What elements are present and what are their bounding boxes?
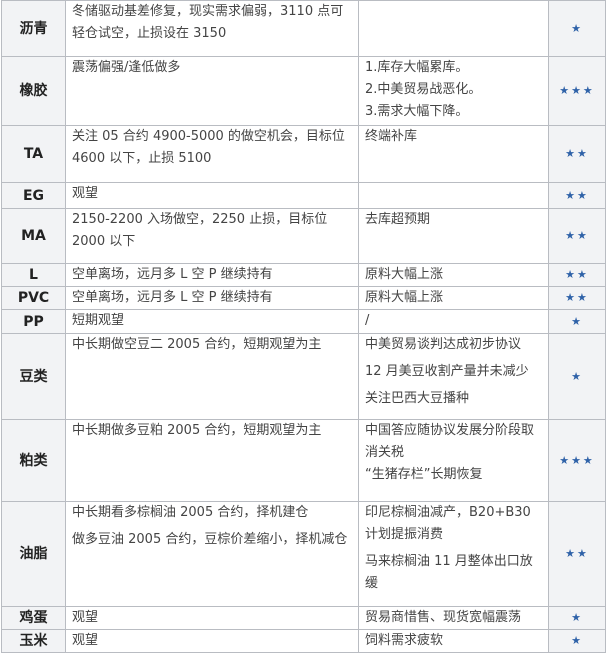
commodity-name: 粕类 <box>1 419 66 502</box>
reason-text: 去库超预期 <box>365 212 431 227</box>
star-rating: ★★ <box>548 182 606 209</box>
strategy-text: 中长期做多豆粕 2005 合约，短期观望为主 <box>72 423 322 438</box>
strategy-cell: 观望 <box>65 182 359 209</box>
commodity-name: EG <box>1 182 66 209</box>
table-row: 油脂 中长期看多棕榈油 2005 合约，择机建仓做多豆油 2005 合约，豆棕价差… <box>1 501 606 607</box>
strategy-text: 观望 <box>72 186 99 201</box>
strategy-cell: 关注 05 合约 4900-5000 的做空机会，目标位 4600 以下，止损 … <box>65 125 359 183</box>
strategy-text: 空单离场，远月多 L 空 P 继续持有 <box>72 267 273 282</box>
commodity-name: MA <box>1 208 66 264</box>
reason-cell: 中美贸易谈判达成初步协议 12 月美豆收割产量并未减少 关注巴西大豆播种 <box>358 333 549 420</box>
commodity-name: PP <box>1 309 66 334</box>
table-row: 豆类 中长期做空豆二 2005 合约，短期观望为主 中美贸易谈判达成初步协议 12 月… <box>1 333 606 420</box>
reason-text: / <box>365 313 370 328</box>
reason-cell: 饲料需求疲软 <box>358 629 549 653</box>
strategy-cell: 中长期看多棕榈油 2005 合约，择机建仓做多豆油 2005 合约，豆棕价差缩小… <box>65 501 359 607</box>
reason-cell: 中国答应随协议发展分阶段取消关税 “生猪存栏”长期恢复 <box>358 419 549 502</box>
strategy-cell: 中长期做多豆粕 2005 合约，短期观望为主 <box>65 419 359 502</box>
strategy-cell: 震荡偏强/逢低做多 <box>65 56 359 126</box>
star-rating: ★★ <box>548 501 606 607</box>
reason-text: “生猪存栏”长期恢复 <box>365 467 483 482</box>
table-row: 玉米 观望 饲料需求疲软 ★ <box>1 629 606 653</box>
star-rating: ★★★ <box>548 419 606 502</box>
table-row: EG 观望 ★★ <box>1 182 606 209</box>
reason-text: 关注巴西大豆播种 <box>365 391 470 406</box>
commodity-name: TA <box>1 125 66 183</box>
star-rating: ★★ <box>548 208 606 264</box>
strategy-cell: 中长期做空豆二 2005 合约，短期观望为主 <box>65 333 359 420</box>
commodity-name: PVC <box>1 286 66 310</box>
star-rating: ★★ <box>548 125 606 183</box>
strategy-cell: 空单离场，远月多 L 空 P 继续持有 <box>65 286 359 310</box>
strategy-cell: 观望 <box>65 629 359 653</box>
reason-cell: 去库超预期 <box>358 208 549 264</box>
strategy-text: 做多豆油 2005 合约，豆棕价差缩小，择机减仓 <box>72 532 348 547</box>
star-rating: ★★ <box>548 286 606 310</box>
strategy-cell: 空单离场，远月多 L 空 P 继续持有 <box>65 263 359 287</box>
star-rating: ★★ <box>548 263 606 287</box>
star-rating: ★ <box>548 333 606 420</box>
strategy-text: 冬储驱动基差修复，现实需求偏弱，3110 点可轻仓试空，止损设在 3150 <box>72 4 344 41</box>
table-row: 橡胶 震荡偏强/逢低做多 1.库存大幅累库。 2.中美贸易战恶化。 3.需求大幅下降。 ★… <box>1 56 606 126</box>
strategy-cell: 冬储驱动基差修复，现实需求偏弱，3110 点可轻仓试空，止损设在 3150 <box>65 0 359 57</box>
commodity-name: 沥青 <box>1 0 66 57</box>
table-row: 鸡蛋 观望 贸易商惜售、现货宽幅震荡 ★ <box>1 606 606 630</box>
strategy-text: 关注 05 合约 4900-5000 的做空机会，目标位 4600 以下，止损 … <box>72 129 345 166</box>
table-row: MA 2150-2200 入场做空，2250 止损，目标位 2000 以下 去库超预… <box>1 208 606 264</box>
star-rating: ★★★ <box>548 56 606 126</box>
table-row: 粕类 中长期做多豆粕 2005 合约，短期观望为主 中国答应随协议发展分阶段取消关税… <box>1 419 606 502</box>
commodity-name: 玉米 <box>1 629 66 653</box>
commodity-strategy-table: 沥青 冬储驱动基差修复，现实需求偏弱，3110 点可轻仓试空，止损设在 3150 ★… <box>1 0 606 653</box>
reason-cell: / <box>358 309 549 334</box>
commodity-name: 鸡蛋 <box>1 606 66 630</box>
reason-cell: 印尼棕榈油减产，B20+B30 计划提振消费 马来棕榈油 11 月整体出口放缓 <box>358 501 549 607</box>
table-row: PP 短期观望 / ★ <box>1 309 606 334</box>
strategy-text: 空单离场，远月多 L 空 P 继续持有 <box>72 290 273 305</box>
reason-cell: 原料大幅上涨 <box>358 263 549 287</box>
star-rating: ★ <box>548 0 606 57</box>
commodity-name: 豆类 <box>1 333 66 420</box>
reason-text: 马来棕榈油 11 月整体出口放缓 <box>365 554 533 591</box>
table-body: 沥青 冬储驱动基差修复，现实需求偏弱，3110 点可轻仓试空，止损设在 3150 ★… <box>1 0 606 653</box>
reason-cell: 贸易商惜售、现货宽幅震荡 <box>358 606 549 630</box>
reason-text: 12 月美豆收割产量并未减少 <box>365 364 529 379</box>
table-row: 沥青 冬储驱动基差修复，现实需求偏弱，3110 点可轻仓试空，止损设在 3150 ★ <box>1 0 606 57</box>
reason-text: 2.中美贸易战恶化。 <box>365 82 482 97</box>
strategy-text: 观望 <box>72 610 99 625</box>
star-rating: ★ <box>548 629 606 653</box>
reason-cell: 1.库存大幅累库。 2.中美贸易战恶化。 3.需求大幅下降。 <box>358 56 549 126</box>
reason-cell: 原料大幅上涨 <box>358 286 549 310</box>
reason-text: 原料大幅上涨 <box>365 267 444 282</box>
reason-cell: 终端补库 <box>358 125 549 183</box>
reason-text: 终端补库 <box>365 129 418 144</box>
strategy-text: 震荡偏强/逢低做多 <box>72 60 181 75</box>
reason-cell <box>358 0 549 57</box>
strategy-text: 2150-2200 入场做空，2250 止损，目标位 2000 以下 <box>72 212 328 249</box>
reason-cell <box>358 182 549 209</box>
star-rating: ★ <box>548 606 606 630</box>
reason-text: 贸易商惜售、现货宽幅震荡 <box>365 610 522 625</box>
star-rating: ★ <box>548 309 606 334</box>
strategy-cell: 2150-2200 入场做空，2250 止损，目标位 2000 以下 <box>65 208 359 264</box>
strategy-cell: 观望 <box>65 606 359 630</box>
commodity-name: L <box>1 263 66 287</box>
reason-text: 中国答应随协议发展分阶段取消关税 <box>365 423 535 460</box>
reason-text: 3.需求大幅下降。 <box>365 104 469 119</box>
reason-text: 印尼棕榈油减产，B20+B30 计划提振消费 <box>365 505 531 542</box>
strategy-text: 观望 <box>72 633 99 648</box>
commodity-name: 油脂 <box>1 501 66 607</box>
table-row: L 空单离场，远月多 L 空 P 继续持有 原料大幅上涨 ★★ <box>1 263 606 287</box>
table-row: TA 关注 05 合约 4900-5000 的做空机会，目标位 4600 以下，止… <box>1 125 606 183</box>
strategy-text: 短期观望 <box>72 313 125 328</box>
strategy-text: 中长期看多棕榈油 2005 合约，择机建仓 <box>72 505 309 520</box>
reason-text: 中美贸易谈判达成初步协议 <box>365 337 522 352</box>
strategy-cell: 短期观望 <box>65 309 359 334</box>
strategy-text: 中长期做空豆二 2005 合约，短期观望为主 <box>72 337 322 352</box>
reason-text: 饲料需求疲软 <box>365 633 444 648</box>
reason-text: 1.库存大幅累库。 <box>365 60 469 75</box>
reason-text: 原料大幅上涨 <box>365 290 444 305</box>
commodity-name: 橡胶 <box>1 56 66 126</box>
table-row: PVC 空单离场，远月多 L 空 P 继续持有 原料大幅上涨 ★★ <box>1 286 606 310</box>
